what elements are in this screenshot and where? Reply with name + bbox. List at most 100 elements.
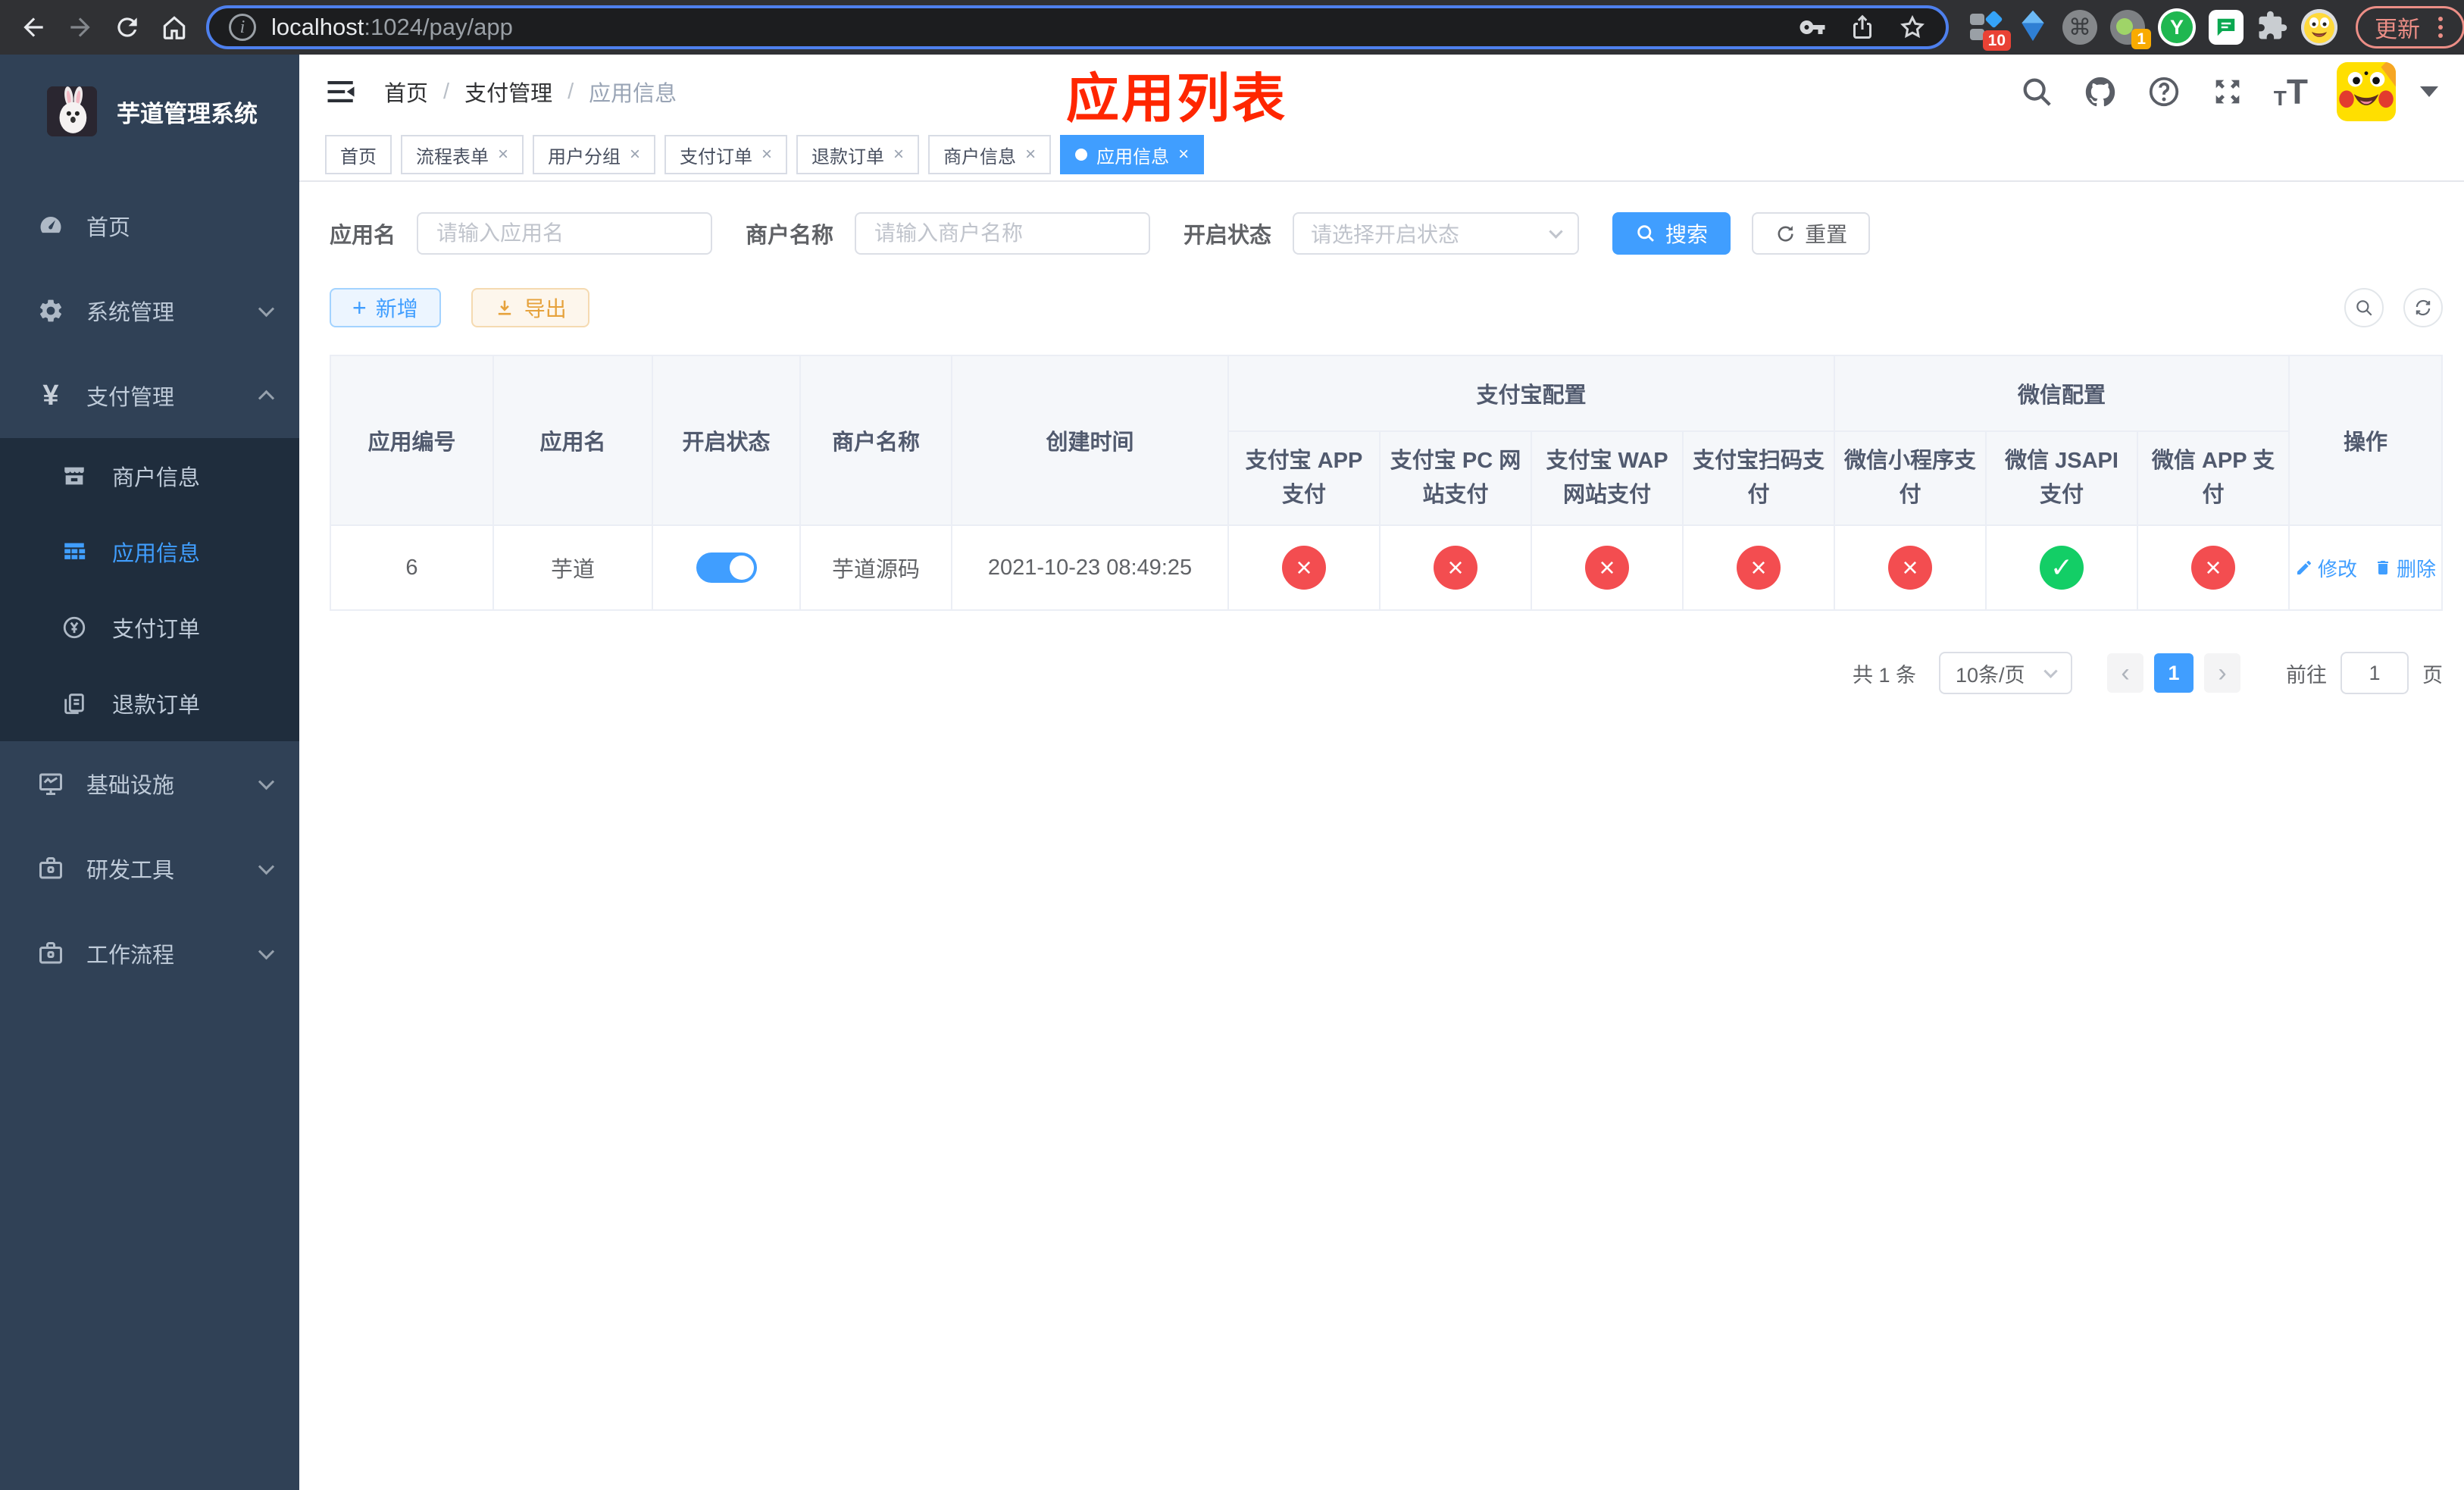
sidebar-item-pay-order[interactable]: 支付订单 [0, 590, 299, 665]
toggle-search-button[interactable] [2344, 288, 2384, 327]
close-icon[interactable]: × [1178, 144, 1189, 165]
tab-pay-order[interactable]: 支付订单 × [664, 135, 788, 174]
goto-page-input[interactable] [2340, 652, 2409, 694]
browser-reload-button[interactable] [106, 6, 149, 49]
col-header-alipay-app: 支付宝 APP 支付 [1227, 430, 1381, 526]
github-icon[interactable] [2083, 74, 2118, 109]
merchant-name-input[interactable] [855, 212, 1151, 255]
bookmark-star-icon[interactable] [1899, 14, 1926, 41]
close-icon[interactable]: × [761, 144, 772, 165]
avatar-caret-icon[interactable] [2420, 86, 2438, 97]
browser-home-button[interactable] [153, 6, 195, 49]
tab-refund-order[interactable]: 退款订单 × [796, 135, 920, 174]
fullscreen-icon[interactable] [2210, 74, 2245, 109]
active-dot [1075, 149, 1088, 161]
sidebar-collapse-button[interactable] [325, 76, 357, 108]
close-icon[interactable]: × [893, 144, 904, 165]
next-page-button[interactable]: › [2204, 653, 2240, 693]
extension-command-icon[interactable]: ⌘ [2062, 10, 2097, 45]
close-icon[interactable]: × [630, 144, 640, 165]
tab-merchant-info[interactable]: 商户信息 × [928, 135, 1052, 174]
tab-home[interactable]: 首页 [325, 135, 392, 174]
extension-recorder-icon[interactable]: 1 [2110, 10, 2151, 49]
cell-app-no: 6 [330, 524, 494, 611]
password-key-icon[interactable] [1799, 14, 1826, 41]
grid-table-icon [59, 539, 89, 565]
extension-chat-icon[interactable] [2209, 10, 2244, 45]
sidebar-logo-row[interactable]: 芋道管理系统 [0, 55, 299, 168]
pencil-icon [2297, 561, 2311, 574]
col-header-create-time: 创建时间 [951, 355, 1229, 526]
sidebar-item-merchant-info[interactable]: 商户信息 [0, 438, 299, 514]
app-name-label: 应用名 [330, 224, 396, 248]
app-title: 芋道管理系统 [117, 100, 258, 127]
sidebar-item-home[interactable]: 首页 [0, 183, 299, 268]
browser-back-button[interactable] [12, 6, 55, 49]
sidebar-item-refund-order[interactable]: 退款订单 [0, 665, 299, 741]
refresh-table-button[interactable] [2403, 288, 2443, 327]
address-bar[interactable]: i localhost:1024/pay/app [206, 5, 1949, 49]
total-count: 共 1 条 [1852, 663, 1916, 687]
alipay-wap-status-icon: × [1585, 546, 1629, 590]
page-number-1[interactable]: 1 [2154, 653, 2194, 693]
breadcrumb-home[interactable]: 首页 [384, 76, 428, 108]
extension-panels-icon[interactable]: 10 [1968, 10, 2011, 51]
search-button[interactable]: 搜索 [1612, 212, 1731, 255]
extensions-puzzle-icon[interactable] [2256, 10, 2288, 45]
chevron-up-icon [258, 390, 275, 406]
tab-process-form[interactable]: 流程表单 × [401, 135, 524, 174]
sidebar-item-workflow[interactable]: 工作流程 [0, 911, 299, 996]
search-icon[interactable] [2019, 74, 2054, 109]
col-group-wechat: 微信配置 [1834, 355, 2290, 432]
font-size-icon[interactable]: TT [2274, 74, 2308, 109]
status-select[interactable]: 请选择开启状态 [1293, 212, 1580, 255]
sidebar-item-label: 研发工具 [86, 859, 175, 883]
tab-user-group[interactable]: 用户分组 × [533, 135, 656, 174]
col-header-merchant: 商户名称 [799, 355, 952, 526]
col-header-app-no: 应用编号 [330, 355, 494, 526]
col-header-alipay-pc: 支付宝 PC 网站支付 [1379, 430, 1532, 526]
prev-page-button[interactable]: ‹ [2107, 653, 2143, 693]
extension-gem-icon[interactable] [2016, 9, 2050, 46]
share-icon[interactable] [1849, 14, 1876, 41]
close-icon[interactable]: × [1025, 144, 1036, 165]
wechat-jsapi-status-icon: ✓ [2040, 546, 2084, 590]
breadcrumb-payment[interactable]: 支付管理 [464, 76, 552, 108]
sidebar-menu: 首页 系统管理 ¥ 支付管理 商户信息 应用信息 支付订单 退款订单 基础设施 … [0, 183, 299, 996]
browser-update-menu[interactable]: 更新 [2356, 6, 2464, 49]
sidebar-item-app-info[interactable]: 应用信息 [0, 514, 299, 590]
breadcrumb: 首页 / 支付管理 / 应用信息 [384, 76, 677, 108]
extension-badge: 10 [1982, 30, 2011, 51]
alipay-app-status-icon: × [1282, 546, 1326, 590]
col-group-alipay: 支付宝配置 [1227, 355, 1836, 432]
dashboard-icon [35, 212, 67, 239]
page-size-select[interactable]: 10条/页 [1939, 652, 2072, 694]
browser-forward-button[interactable] [59, 6, 102, 49]
yen-icon: ¥ [42, 380, 59, 412]
col-header-ops: 操作 [2288, 355, 2443, 526]
enabled-toggle[interactable] [696, 552, 757, 583]
close-icon[interactable]: × [498, 144, 508, 165]
sidebar-item-label: 工作流程 [86, 944, 175, 968]
export-button[interactable]: 导出 [471, 288, 589, 327]
reset-button[interactable]: 重置 [1752, 212, 1871, 255]
url-text[interactable]: localhost:1024/pay/app [271, 14, 513, 41]
extension-y-icon[interactable]: Y [2158, 8, 2196, 46]
edit-button[interactable]: 修改 [2295, 554, 2357, 582]
user-avatar[interactable] [2337, 62, 2396, 121]
back-icon [23, 17, 43, 37]
reload-icon [117, 17, 137, 37]
site-info-icon[interactable]: i [229, 14, 256, 41]
tab-app-info[interactable]: 应用信息 × [1060, 135, 1205, 174]
delete-button[interactable]: 删除 [2374, 554, 2436, 582]
sidebar-item-dev-tools[interactable]: 研发工具 [0, 826, 299, 911]
help-icon[interactable] [2147, 74, 2181, 109]
sidebar-item-system[interactable]: 系统管理 [0, 268, 299, 353]
add-button[interactable]: + 新增 [330, 288, 441, 327]
sidebar-item-infrastructure[interactable]: 基础设施 [0, 741, 299, 826]
breadcrumb-separator: / [443, 79, 450, 104]
sidebar-item-payment[interactable]: ¥ 支付管理 [0, 353, 299, 438]
app-name-input[interactable] [417, 212, 713, 255]
profile-emoji-icon[interactable] [2301, 9, 2337, 45]
briefcase-icon [35, 940, 67, 967]
